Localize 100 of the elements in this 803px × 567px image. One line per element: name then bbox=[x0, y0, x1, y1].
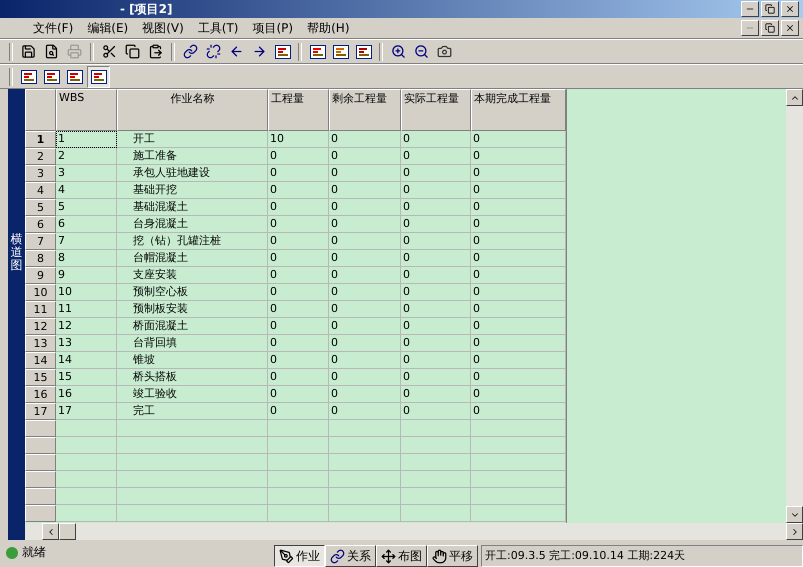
table-cell: 0 bbox=[401, 352, 471, 369]
zoom-in-icon bbox=[391, 44, 406, 59]
row-number[interactable]: 11 bbox=[25, 301, 56, 318]
window-title: - [项目2] bbox=[120, 0, 174, 18]
menu-item[interactable]: 帮助(H) bbox=[300, 20, 356, 36]
table-cell: 0 bbox=[401, 301, 471, 318]
table-cell: 0 bbox=[329, 199, 401, 216]
scroll-right-button[interactable] bbox=[786, 523, 803, 540]
empty-cell bbox=[329, 454, 401, 471]
row-number[interactable]: 6 bbox=[25, 216, 56, 233]
column-header[interactable]: 作业名称 bbox=[117, 89, 268, 131]
gantt-icon bbox=[90, 70, 106, 84]
gantt-icon bbox=[310, 44, 326, 58]
zoom-out-icon bbox=[414, 44, 429, 59]
view-button[interactable] bbox=[87, 66, 110, 88]
restore-icon bbox=[765, 4, 775, 14]
column-header[interactable]: WBS bbox=[56, 89, 117, 131]
row-number[interactable]: 3 bbox=[25, 165, 56, 182]
scroll-left-button[interactable] bbox=[42, 523, 59, 540]
row-number[interactable] bbox=[25, 471, 56, 488]
row-number[interactable]: 8 bbox=[25, 250, 56, 267]
column-header[interactable]: 剩余工程量 bbox=[329, 89, 401, 131]
row-number[interactable] bbox=[25, 454, 56, 471]
row-number[interactable]: 13 bbox=[25, 335, 56, 352]
table-cell: 台帽混凝土 bbox=[117, 250, 268, 267]
column-header[interactable]: 实际工程量 bbox=[401, 89, 471, 131]
column-header[interactable]: 本期完成工程量 bbox=[471, 89, 566, 131]
table-cell: 0 bbox=[268, 267, 329, 284]
row-number[interactable] bbox=[25, 505, 56, 522]
scroll-thumb[interactable] bbox=[59, 523, 76, 540]
close-button[interactable] bbox=[781, 20, 799, 36]
row-number[interactable] bbox=[25, 420, 56, 437]
row-number[interactable]: 5 bbox=[25, 199, 56, 216]
row-number[interactable]: 12 bbox=[25, 318, 56, 335]
empty-cell bbox=[268, 454, 329, 471]
row-number[interactable]: 16 bbox=[25, 386, 56, 403]
table-cell: 基础开挖 bbox=[117, 182, 268, 199]
mode-button[interactable]: 作业 bbox=[274, 545, 325, 567]
menu-item[interactable]: 编辑(E) bbox=[80, 20, 136, 36]
table-cell: 基础混凝土 bbox=[117, 199, 268, 216]
table-cell: 完工 bbox=[117, 403, 268, 420]
menu-item[interactable]: 项目(P) bbox=[246, 20, 300, 36]
scroll-down-button[interactable] bbox=[786, 506, 803, 523]
mode-button[interactable]: 关系 bbox=[325, 545, 376, 567]
mode-button[interactable]: 布图 bbox=[376, 545, 427, 567]
table-cell: 2 bbox=[56, 148, 117, 165]
table-cell: 施工准备 bbox=[117, 148, 268, 165]
row-number[interactable]: 2 bbox=[25, 148, 56, 165]
table-cell: 0 bbox=[329, 335, 401, 352]
close-button[interactable] bbox=[781, 1, 799, 17]
row-number[interactable] bbox=[25, 488, 56, 505]
table-cell: 10 bbox=[268, 131, 329, 148]
table-cell: 0 bbox=[329, 182, 401, 199]
table-cell: 4 bbox=[56, 182, 117, 199]
column-header[interactable]: 工程量 bbox=[268, 89, 329, 131]
mode-button[interactable]: 平移 bbox=[427, 545, 478, 567]
table-cell: 0 bbox=[401, 233, 471, 250]
scroll-up-button[interactable] bbox=[786, 89, 803, 106]
table-cell: 0 bbox=[268, 250, 329, 267]
row-number[interactable]: 4 bbox=[25, 182, 56, 199]
empty-cell bbox=[401, 437, 471, 454]
minimize-button[interactable] bbox=[741, 1, 759, 17]
table-cell: 预制板安装 bbox=[117, 301, 268, 318]
table-cell: 13 bbox=[56, 335, 117, 352]
empty-cell bbox=[268, 420, 329, 437]
paste-icon bbox=[148, 44, 163, 59]
side-panel-label[interactable]: 横道图 bbox=[10, 233, 22, 540]
minimize-button[interactable] bbox=[741, 20, 759, 36]
move-icon bbox=[381, 548, 396, 564]
table-cell: 3 bbox=[56, 165, 117, 182]
row-number[interactable]: 15 bbox=[25, 369, 56, 386]
empty-cell bbox=[268, 437, 329, 454]
restore-button[interactable] bbox=[761, 1, 779, 17]
row-number[interactable] bbox=[25, 437, 56, 454]
empty-cell bbox=[329, 505, 401, 522]
row-number[interactable]: 17 bbox=[25, 403, 56, 420]
table-cell: 0 bbox=[268, 335, 329, 352]
row-number[interactable]: 14 bbox=[25, 352, 56, 369]
table-cell: 0 bbox=[268, 386, 329, 403]
table-cell: 6 bbox=[56, 216, 117, 233]
link-icon bbox=[330, 548, 345, 564]
row-number[interactable]: 10 bbox=[25, 284, 56, 301]
menu-item[interactable]: 工具(T) bbox=[190, 20, 246, 36]
table-cell: 0 bbox=[329, 148, 401, 165]
menu-item[interactable]: 视图(V) bbox=[135, 20, 191, 36]
table-cell: 0 bbox=[329, 301, 401, 318]
restore-button[interactable] bbox=[761, 20, 779, 36]
menu-item[interactable]: 文件(F) bbox=[26, 20, 80, 36]
table-cell: 桥头搭板 bbox=[117, 369, 268, 386]
diagram-icon bbox=[356, 44, 372, 58]
table-cell: 11 bbox=[56, 301, 117, 318]
row-number[interactable]: 1 bbox=[25, 131, 56, 148]
table-cell: 10 bbox=[56, 284, 117, 301]
table-cell: 0 bbox=[329, 369, 401, 386]
empty-cell bbox=[329, 437, 401, 454]
table-cell: 0 bbox=[329, 216, 401, 233]
row-number[interactable]: 9 bbox=[25, 267, 56, 284]
row-number[interactable]: 7 bbox=[25, 233, 56, 250]
empty-cell bbox=[401, 471, 471, 488]
restore-icon bbox=[765, 23, 775, 33]
